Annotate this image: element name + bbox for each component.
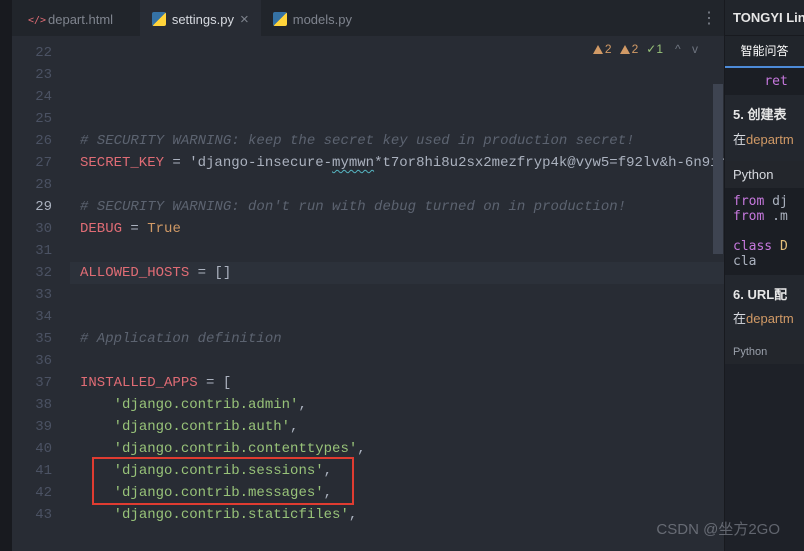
left-gutter: [0, 0, 12, 551]
python-tag: Python: [725, 340, 804, 364]
inspection-status[interactable]: 2 2 ✓1 ^ v: [593, 42, 702, 56]
line-numbers: 2223242526272829303132333435363738394041…: [12, 36, 70, 551]
editor[interactable]: 2 2 ✓1 ^ v 22232425262728293031323334353…: [12, 36, 724, 551]
python-icon: [273, 12, 287, 26]
tab-label: models.py: [293, 12, 352, 27]
warning-icon[interactable]: 2: [593, 42, 612, 56]
nav-arrows[interactable]: ^ v: [675, 42, 702, 56]
python-icon: [152, 12, 166, 26]
editor-tabs: depart.html × settings.py × models.py × …: [12, 0, 724, 36]
html-icon: [28, 12, 42, 26]
section-heading: 6. URL配: [733, 285, 796, 306]
side-code-header: Python: [725, 161, 804, 188]
check-icon[interactable]: ✓1: [646, 42, 663, 56]
side-panel: TONGYI Lin 智能问答 ret 5. 创建表 在departm Pyth…: [724, 0, 804, 551]
section-heading: 5. 创建表: [733, 105, 796, 126]
vertical-scrollbar[interactable]: [712, 36, 724, 551]
warning-icon[interactable]: 2: [620, 42, 639, 56]
tab-label: settings.py: [172, 12, 234, 27]
tabs-more-button[interactable]: ⋮: [694, 0, 724, 36]
tab-settings-py[interactable]: settings.py ×: [140, 0, 261, 36]
side-code-snippet: ret: [725, 68, 804, 95]
close-icon[interactable]: ×: [240, 11, 249, 28]
tab-depart-html[interactable]: depart.html ×: [16, 0, 140, 36]
side-code-block: from djfrom .m class D cla: [725, 188, 804, 275]
tab-models-py[interactable]: models.py ×: [261, 0, 379, 36]
side-section-5: 5. 创建表 在departm: [725, 95, 804, 161]
side-tab-chat[interactable]: 智能问答: [725, 36, 804, 68]
side-section-6: 6. URL配 在departm: [725, 275, 804, 341]
side-panel-title: TONGYI Lin: [725, 0, 804, 36]
main-editor-area: depart.html × settings.py × models.py × …: [12, 0, 724, 551]
scrollbar-thumb[interactable]: [713, 84, 723, 254]
code-area[interactable]: # SECURITY WARNING: keep the secret key …: [70, 36, 724, 551]
tab-label: depart.html: [48, 12, 113, 27]
